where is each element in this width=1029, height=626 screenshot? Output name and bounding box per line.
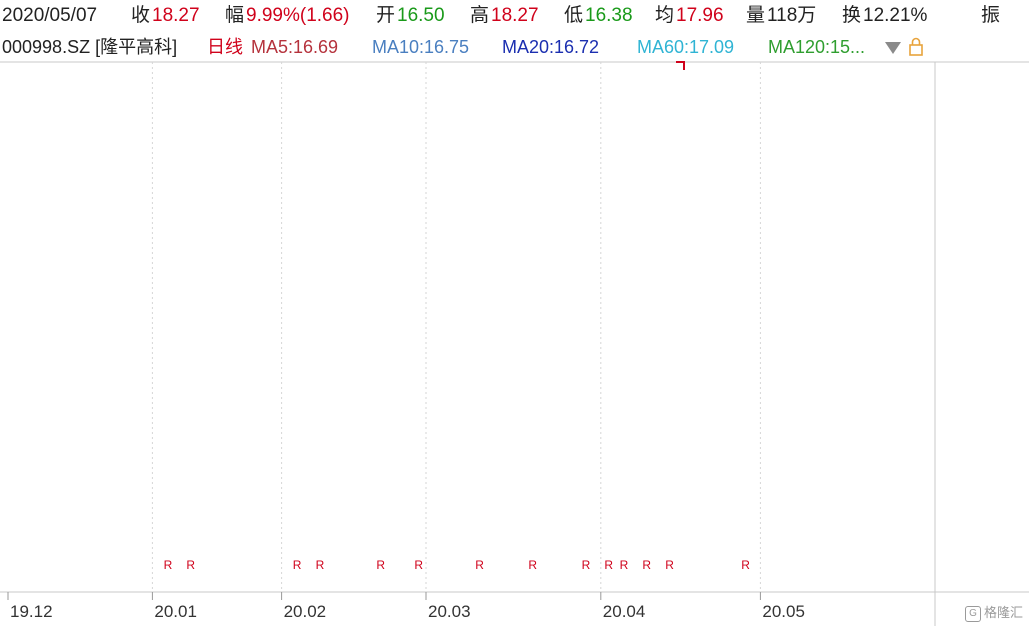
r-marker: R — [528, 558, 537, 572]
axes: 21.0020.0019.0018.0017.0016.0015.0014.00… — [7, 0, 981, 621]
r-marker: R — [741, 558, 750, 572]
r-marker: R — [642, 558, 651, 572]
grid — [0, 61, 1029, 626]
r-marker: R — [604, 558, 613, 572]
r-marker: R — [414, 558, 423, 572]
lock-icon[interactable] — [909, 37, 923, 56]
candlestick-chart: 21.0020.0019.0018.0017.0016.0015.0014.00… — [0, 0, 1029, 626]
r-marker: R — [475, 558, 484, 572]
r-marker: R — [665, 558, 674, 572]
crosshair-corner-icon — [676, 61, 685, 70]
dropdown-triangle-icon[interactable] — [885, 42, 901, 54]
r-marker: R — [293, 558, 302, 572]
watermark-text: 格隆汇 — [983, 605, 1023, 621]
r-marker: R — [376, 558, 385, 572]
x-tick-label: 20.04 — [603, 602, 646, 621]
x-tick-label: 20.03 — [428, 602, 471, 621]
r-marker: R — [620, 558, 629, 572]
r-marker: R — [316, 558, 325, 572]
x-tick-label: 19.12 — [10, 602, 53, 621]
r-marker: R — [164, 558, 173, 572]
watermark: G 格隆汇 — [964, 602, 1023, 622]
x-tick-label: 20.01 — [154, 602, 197, 621]
r-marker: R — [186, 558, 195, 572]
watermark-logo-icon: G — [964, 606, 981, 622]
x-tick-label: 20.02 — [284, 602, 327, 621]
chart-widgets — [676, 37, 923, 70]
annotations: RRRRRRRRRRRRRR21.2612.39 — [164, 558, 751, 572]
x-tick-label: 20.05 — [762, 602, 805, 621]
r-marker: R — [582, 558, 591, 572]
